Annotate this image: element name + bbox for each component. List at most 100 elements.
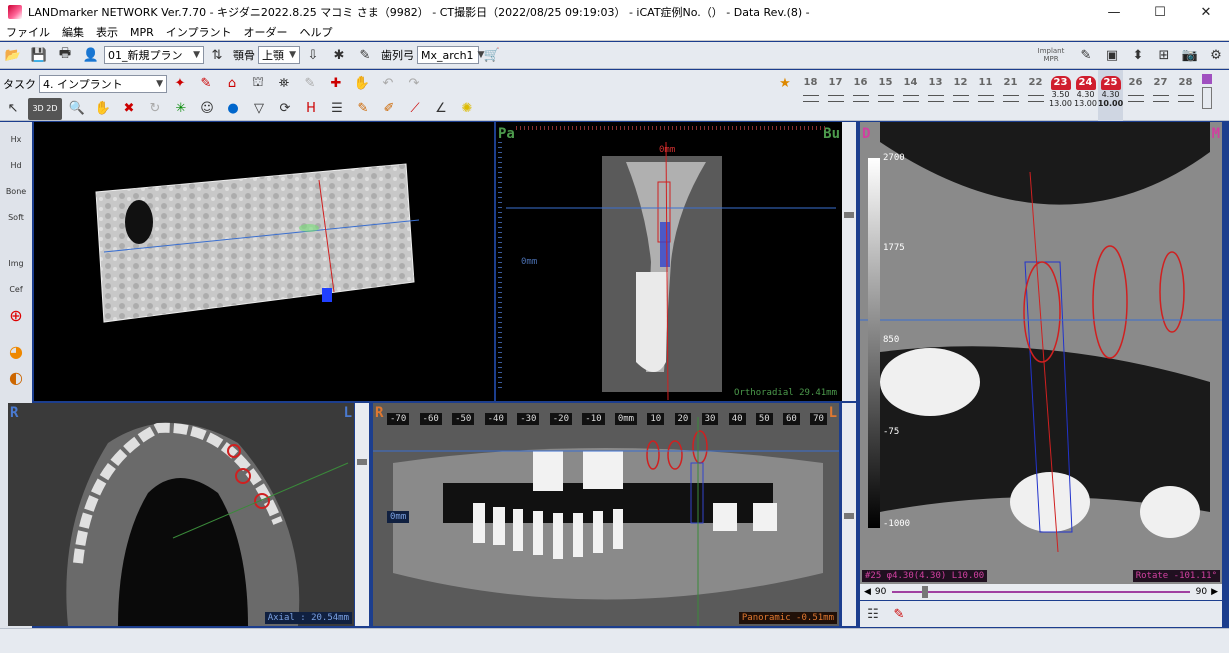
hu-icon[interactable]: H [300,98,322,120]
settings-icon[interactable]: ⚙ [1205,44,1227,66]
plan-list-icon[interactable]: ⇅ [206,44,228,66]
menu-edit[interactable]: 編集 [56,24,90,40]
tooth-15[interactable]: 15 [873,70,898,121]
menu-order[interactable]: オーダー [237,24,293,40]
orthoradial-view[interactable]: Pa Bu 0mm 0mm Orthoradial 29.41mm [496,122,842,401]
guide-icon[interactable]: ▣ [1101,44,1123,66]
axial-view[interactable]: R L Axial : 20.54mm [8,403,354,626]
ortho-slider[interactable] [842,122,856,401]
scroll-thumb[interactable] [1202,87,1212,109]
panoramic-slider-thumb[interactable] [844,513,854,519]
tooth-23[interactable]: 23 3.50 13.00 [1048,70,1073,121]
pin-icon[interactable]: ✱ [328,44,350,66]
rotate-right-icon[interactable]: ▶ [1211,587,1218,597]
plan-select[interactable]: 01_新規プラン ▼ [104,46,204,64]
panoramic-slider[interactable] [842,403,856,626]
tooth-21[interactable]: 21 [998,70,1023,121]
open-folder-icon[interactable]: 📂 [2,44,24,66]
menu-view[interactable]: 表示 [90,24,124,40]
view-mode-toggle[interactable]: 3D 2D [28,97,62,120]
pan-hand-icon[interactable]: ✋ [92,98,114,120]
sphere-icon[interactable]: ● [222,98,244,120]
implant-home-icon[interactable]: ⌂ [221,73,243,95]
cef-icon[interactable]: Cef [3,277,29,301]
hx-icon[interactable]: Hx [3,127,29,151]
redo-icon[interactable]: ↷ [403,73,425,95]
refresh-icon[interactable]: ⟳ [274,98,296,120]
bone-icon[interactable]: Bone [3,179,29,203]
palette-icon[interactable]: ◕ [3,339,29,363]
pointer-icon[interactable]: ↖ [2,98,24,120]
tooth-22[interactable]: 22 [1023,70,1048,121]
3d-view[interactable] [34,122,494,401]
hand-tool-icon[interactable]: ✋ [351,73,373,95]
tooth-chart-scroll[interactable] [1198,70,1216,120]
rotation-track[interactable] [892,586,1190,598]
implant-red-icon[interactable]: ✎ [195,73,217,95]
cart-icon[interactable]: 🛒 [481,44,503,66]
tooth-26[interactable]: 26 [1123,70,1148,121]
drill-icon[interactable]: ✎ [1075,44,1097,66]
face-icon[interactable]: ☺ [196,98,218,120]
tooth-14[interactable]: 14 [898,70,923,121]
angle-icon[interactable]: ∠ [430,98,452,120]
tooth-16[interactable]: 16 [848,70,873,121]
camera-icon[interactable]: 📷 [1179,44,1201,66]
tooth-11[interactable]: 11 [973,70,998,121]
axial-slider-thumb[interactable] [357,459,367,465]
tooth-12[interactable]: 12 [948,70,973,121]
marker-icon[interactable]: ✎ [354,44,376,66]
arch-select[interactable]: Mx_arch1 ▼ [417,46,484,64]
sleeve-icon[interactable]: ⬍ [1127,44,1149,66]
implant-view[interactable]: D M 2700 1775 850 -75 -1000 #25 φ4.30(4.… [860,122,1222,584]
save-icon[interactable]: 💾 [28,44,50,66]
brush-icon[interactable]: ✎ [352,98,374,120]
menu-mpr[interactable]: MPR [124,26,160,39]
crown-icon[interactable]: ⛯ [273,73,295,95]
ortho-slider-thumb[interactable] [844,212,854,218]
implant-add-icon[interactable]: ✦ [169,73,191,95]
tooth-grid-icon[interactable]: ⊞ [1153,44,1175,66]
print-icon[interactable]: 🖶 [54,44,76,66]
task-select[interactable]: 4. インプラント ▼ [39,74,167,93]
tooth-28[interactable]: 28 [1173,70,1198,121]
zoom-icon[interactable]: 🔍 [66,98,88,120]
tooth-18[interactable]: 18 [798,70,823,121]
minimize-button[interactable]: — [1091,0,1137,24]
hd-icon[interactable]: Hd [3,153,29,177]
brightness-icon[interactable]: ◐ [3,365,29,389]
menu-implant[interactable]: インプラント [160,24,238,40]
rotation-slider[interactable]: ◀ 90 90 ▶ [860,584,1222,600]
measure-icon[interactable]: ⟋ [404,98,426,120]
panoramic-view[interactable]: R L -70 -60 -50 -40 -30 -20 -10 0mm 10 2… [373,403,839,626]
lifebuoy-icon[interactable]: ⊕ [3,303,29,327]
tooth-24[interactable]: 24 4.30 13.00 [1073,70,1098,121]
star-icon[interactable]: ★ [774,73,796,95]
implant-mpr-button[interactable]: Implant MPR [1031,44,1071,66]
axial-slider[interactable] [355,403,369,626]
img-icon[interactable]: Img [3,251,29,275]
implant-tool-icon[interactable]: ✎ [888,603,910,625]
export-icon[interactable]: ⇩ [302,44,324,66]
magic-wand-icon[interactable]: ✺ [456,98,478,120]
tooth-13[interactable]: 13 [923,70,948,121]
close-button[interactable]: ✕ [1183,0,1229,24]
tooth-25[interactable]: 25 4.30 10.00 [1098,70,1123,121]
vr-icon[interactable]: ▽ [248,98,270,120]
rotation-thumb[interactable] [922,586,929,598]
tooth-27[interactable]: 27 [1148,70,1173,121]
rotate-left-icon[interactable]: ◀ [864,587,871,597]
menu-help[interactable]: ヘルプ [293,24,338,40]
axis-icon[interactable]: ✳ [170,98,192,120]
nerve-icon[interactable]: ✐ [378,98,400,120]
rotate-icon[interactable]: ↻ [144,98,166,120]
layers-icon[interactable]: ☰ [326,98,348,120]
menu-file[interactable]: ファイル [0,24,56,40]
reset-x-icon[interactable]: ✖ [118,98,140,120]
tooth-17[interactable]: 17 [823,70,848,121]
color-bars-icon[interactable]: ☷ [862,603,884,625]
abutment-icon[interactable]: ⛫ [247,73,269,95]
undo-icon[interactable]: ↶ [377,73,399,95]
maximize-button[interactable]: ☐ [1137,0,1183,24]
pin-red-icon[interactable]: ✚ [325,73,347,95]
